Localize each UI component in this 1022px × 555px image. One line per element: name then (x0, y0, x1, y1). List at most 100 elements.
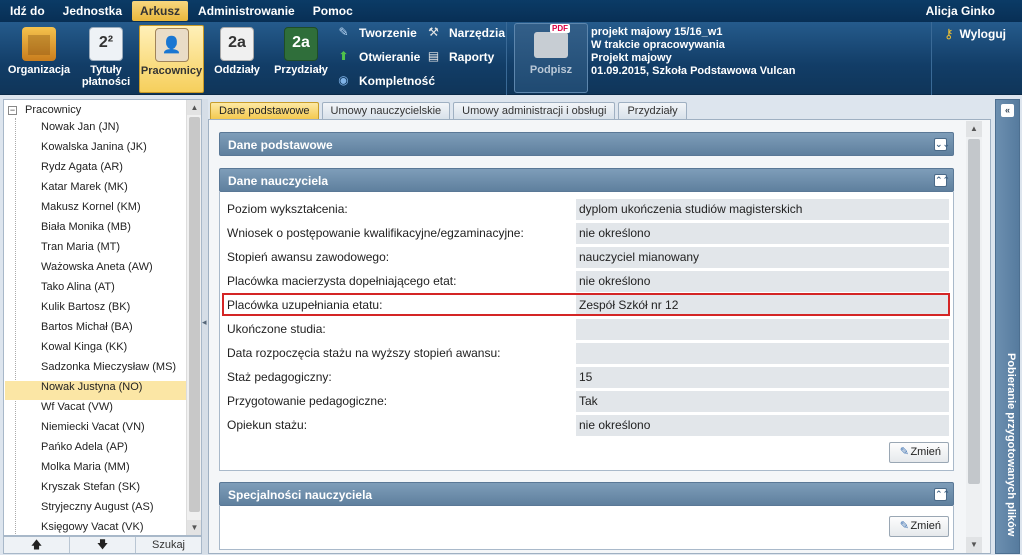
raporty-button[interactable]: ▤ Raporty (426, 49, 495, 64)
field-row: Stopień awansu zawodowego: nauczyciel mia… (227, 247, 949, 268)
tree-item[interactable]: Stryjeczny August (AS) (41, 501, 154, 513)
menu-pomoc[interactable]: Pomoc (305, 1, 361, 21)
scroll-down-icon[interactable]: ▼ (966, 537, 982, 553)
highlight-box (222, 293, 950, 316)
narzedzia-button[interactable]: ⚒ Narzędzia (426, 25, 505, 40)
menu-administrowanie[interactable]: Administrowanie (190, 1, 303, 21)
field-value: dyplom ukończenia studiów magisterskich (576, 199, 949, 220)
pdf-printer-icon (534, 24, 570, 58)
tree-item[interactable]: Tako Alina (AT) (41, 281, 115, 293)
tree-item[interactable]: Kowalska Janina (JK) (41, 141, 147, 153)
tab-bar: Dane podstawowe Umowy nauczycielskie Umo… (210, 102, 690, 119)
tree-root[interactable]: − Pracownicy (8, 104, 81, 116)
organizacja-label: Organizacja (7, 64, 71, 76)
scroll-down-icon[interactable]: ▼ (187, 520, 201, 535)
move-up-button[interactable]: 🡅 (4, 537, 70, 553)
buildings-icon (22, 27, 56, 61)
tree-footer: 🡅 🡇 Szukaj (3, 536, 202, 554)
field-label: Placówka macierzysta dopełniającego etat… (227, 274, 457, 288)
expand-left-icon[interactable]: « (1001, 104, 1014, 117)
tytuly-platnosci-button[interactable]: 2² Tytuły płatności (80, 25, 132, 93)
tree-item[interactable]: Ważowska Aneta (AW) (41, 261, 153, 273)
pracownicy-label: Pracownicy (140, 65, 203, 77)
report-icon: ▤ (427, 49, 440, 63)
field-row: Wniosek o postępowanie kwalifikacyjne/eg… (227, 223, 949, 244)
field-value: Tak (576, 391, 949, 412)
tree-item[interactable]: Katar Marek (MK) (41, 181, 128, 193)
zmien-button[interactable]: ✎ Zmień (889, 442, 949, 463)
field-row: Opiekun stażu: nie określono (227, 415, 949, 436)
tree-item[interactable]: Kryszak Stefan (SK) (41, 481, 140, 493)
collapse-icon[interactable]: − (8, 105, 17, 115)
tree-item[interactable]: Wf Vacat (VW) (41, 401, 113, 413)
scroll-up-icon[interactable]: ▲ (966, 121, 982, 137)
collapse-section-icon[interactable]: ⌃⌃ (934, 488, 950, 501)
pracownicy-button[interactable]: 👤 Pracownicy (139, 25, 204, 93)
move-down-button[interactable]: 🡇 (70, 537, 136, 553)
oddzialy-button[interactable]: 2a Oddziały (211, 25, 263, 93)
field-value: nie określono (576, 415, 949, 436)
collapse-section-icon[interactable]: ⌃⌃ (934, 174, 950, 187)
calculator-icon: 2² (89, 27, 123, 61)
kompletnosc-label: Kompletność (359, 73, 436, 88)
field-label: Wniosek o postępowanie kwalifikacyjne/eg… (227, 226, 524, 240)
tab-umowy-administracji[interactable]: Umowy administracji i obsługi (453, 102, 616, 119)
downloads-panel[interactable]: « Pobieranie przygotowanych plików (995, 99, 1020, 554)
key-icon: ⚷ (944, 26, 954, 41)
tree-item[interactable]: Sadzonka Mieczysław (MS) (41, 361, 176, 373)
tree-item[interactable]: Nowak Justyna (NO) (41, 381, 142, 393)
pencil-icon: ✎ (338, 25, 349, 39)
section-dane-nauczyciela[interactable]: Dane nauczyciela ⌃⌃ (219, 168, 954, 192)
tree-item[interactable]: Księgowy Vacat (VK) (41, 521, 144, 533)
scroll-thumb[interactable] (968, 139, 980, 484)
tree-item[interactable]: Tran Maria (MT) (41, 241, 120, 253)
section-dane-podstawowe[interactable]: Dane podstawowe ⌄⌄ (219, 132, 954, 156)
blackboard-icon: 2a (284, 27, 318, 61)
wyloguj-button[interactable]: ⚷ Wyloguj (944, 26, 1006, 42)
menu-idz-do[interactable]: Idź do (2, 1, 53, 21)
section-specjalnosci[interactable]: Specjalności nauczyciela ⌃⌃ (219, 482, 954, 506)
wyloguj-label: Wyloguj (959, 27, 1006, 41)
field-value (576, 343, 949, 364)
otwieranie-button[interactable]: ⬆ Otwieranie (336, 49, 420, 64)
tree-item[interactable]: Kulik Bartosz (BK) (41, 301, 130, 313)
zmien-label: Zmień (910, 520, 941, 532)
oddzialy-label: Oddziały (214, 64, 260, 76)
ribbon-separator (506, 22, 507, 95)
splitter-arrow-icon[interactable]: ◂ (202, 317, 207, 328)
tree-item[interactable]: Makusz Kornel (KM) (41, 201, 141, 213)
tab-przydzialy[interactable]: Przydziały (618, 102, 687, 119)
section-title: Dane podstawowe (228, 138, 333, 152)
tab-dane-podstawowe[interactable]: Dane podstawowe (210, 102, 319, 119)
tree-item[interactable]: Bartos Michał (BA) (41, 321, 133, 333)
podpisz-button[interactable]: Podpisz (514, 23, 588, 93)
przydzialy-button[interactable]: 2a Przydziały (273, 25, 329, 93)
organizacja-button[interactable]: Organizacja (6, 25, 72, 93)
tree-item[interactable]: Rydz Agata (AR) (41, 161, 123, 173)
tworzenie-button[interactable]: ✎ Tworzenie (336, 25, 416, 40)
tree-item[interactable]: Kowal Kinga (KK) (41, 341, 127, 353)
tree-item[interactable]: Pańko Adela (AP) (41, 441, 128, 453)
field-row: Przygotowanie pedagogiczne: Tak (227, 391, 949, 412)
menu-arkusz[interactable]: Arkusz (132, 1, 189, 21)
menu-jednostka[interactable]: Jednostka (55, 1, 130, 21)
ribbon-separator-right (931, 22, 932, 95)
tab-umowy-nauczycielskie[interactable]: Umowy nauczycielskie (321, 102, 451, 119)
tree-item[interactable]: Molka Maria (MM) (41, 461, 130, 473)
field-value: 15 (576, 367, 949, 388)
kompletnosc-button[interactable]: ◉ Kompletność (336, 73, 435, 88)
scroll-thumb[interactable] (189, 117, 200, 512)
search-button[interactable]: Szukaj (136, 537, 201, 553)
tree-item[interactable]: Nowak Jan (JN) (41, 121, 119, 133)
employees-icon: 👤 (154, 28, 189, 62)
tree-scrollbar[interactable]: ▲ ▼ (186, 100, 201, 535)
project-date-school: 01.09.2015, Szkoła Podstawowa Vulcan (591, 65, 796, 77)
scroll-up-icon[interactable]: ▲ (187, 100, 201, 115)
expand-icon[interactable]: ⌄⌄ (934, 138, 950, 151)
otwieranie-label: Otwieranie (359, 49, 421, 64)
tree-item[interactable]: Biała Monika (MB) (41, 221, 131, 233)
content-scrollbar[interactable]: ▲ ▼ (966, 121, 982, 553)
tree-item[interactable]: Niemiecki Vacat (VN) (41, 421, 145, 433)
zmien-specjalnosci-button[interactable]: ✎ Zmień (889, 516, 949, 537)
project-title: Projekt majowy (591, 52, 672, 64)
